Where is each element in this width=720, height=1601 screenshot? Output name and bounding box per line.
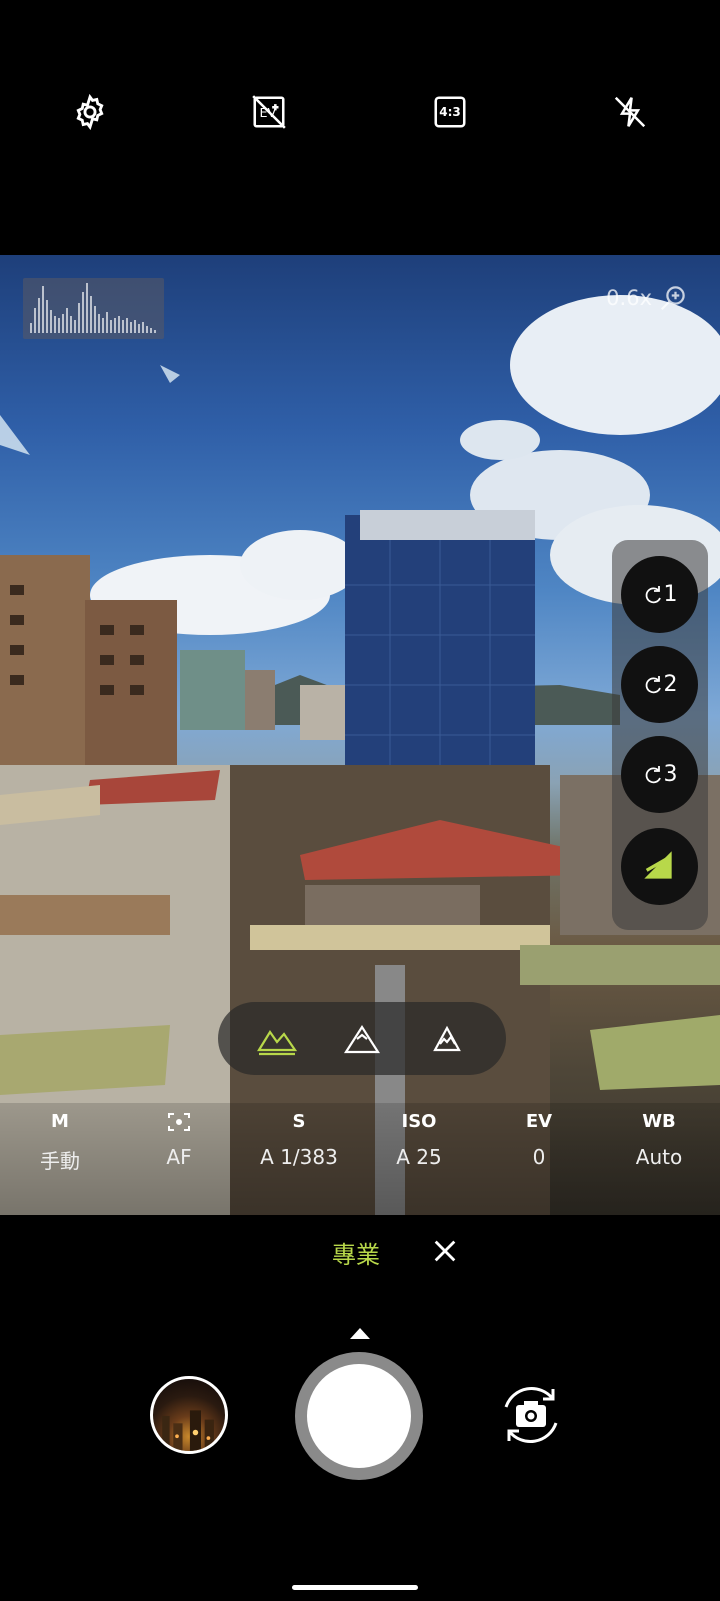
custom-setting-3-label: 3 <box>663 762 678 787</box>
param-key: ISO <box>401 1111 437 1132</box>
focus-param[interactable]: AF <box>124 1103 234 1169</box>
ev-param[interactable]: EV 0 <box>484 1103 594 1169</box>
level-icon <box>643 850 672 879</box>
camera-viewfinder[interactable]: 0.6x 1 2 3 M 手動 AF S A 1/383 ISO A 25 EV… <box>0 255 720 1215</box>
histogram <box>23 278 164 339</box>
switch-camera-icon <box>504 1387 558 1443</box>
zoom-in-icon <box>660 286 685 311</box>
flash-off-icon <box>614 96 646 128</box>
custom-settings-panel: 1 2 3 <box>612 540 708 930</box>
white-balance-param[interactable]: WB Auto <box>604 1103 714 1169</box>
iso-param[interactable]: ISO A 25 <box>364 1103 474 1169</box>
param-value: 0 <box>532 1145 546 1169</box>
pro-parameters-bar: M 手動 AF S A 1/383 ISO A 25 EV 0 WB Auto <box>0 1103 720 1215</box>
param-key: WB <box>642 1111 676 1132</box>
settings-button[interactable] <box>68 90 112 134</box>
gallery-thumbnail[interactable] <box>150 1376 228 1454</box>
scene-mode-landscape-button[interactable] <box>247 1009 307 1069</box>
zoom-indicator[interactable]: 0.6x <box>606 283 688 313</box>
scene-mode-mountain-button[interactable] <box>332 1009 392 1069</box>
level-button[interactable] <box>621 828 698 905</box>
rotate-icon <box>645 675 661 693</box>
param-key: EV <box>525 1111 553 1132</box>
mode-param[interactable]: M 手動 <box>5 1103 115 1174</box>
scene-mode-peak-button[interactable] <box>417 1009 477 1069</box>
close-icon <box>434 1240 456 1262</box>
shutter-button[interactable] <box>295 1352 423 1480</box>
exposure-lock-button[interactable]: EV <box>247 90 291 134</box>
mountain-icon <box>343 1024 380 1053</box>
param-value: A 1/383 <box>260 1145 338 1169</box>
mode-label[interactable]: 專業 <box>332 1235 380 1270</box>
param-value: AF <box>166 1145 192 1169</box>
mountain-icon <box>433 1025 462 1051</box>
exposure-compensation-off-icon: EV <box>252 95 286 129</box>
switch-camera-button[interactable] <box>491 1375 571 1455</box>
custom-setting-1-button[interactable]: 1 <box>621 556 698 633</box>
param-value: 手動 <box>40 1149 80 1173</box>
scene-mode-selector <box>218 1002 506 1075</box>
custom-setting-1-label: 1 <box>663 582 678 607</box>
param-value: Auto <box>635 1145 683 1169</box>
aspect-ratio-label: 4:3 <box>439 105 461 119</box>
gear-icon <box>76 93 104 131</box>
exit-mode-button[interactable] <box>425 1231 465 1271</box>
param-key: S <box>292 1111 306 1132</box>
histogram-graph <box>30 283 156 333</box>
param-value: A 25 <box>396 1145 442 1169</box>
expand-modes-icon[interactable] <box>348 1326 372 1340</box>
flash-button[interactable] <box>608 90 652 134</box>
zoom-label: 0.6x <box>606 286 652 310</box>
rotate-icon <box>645 585 661 603</box>
shutter-speed-param[interactable]: S A 1/383 <box>244 1103 354 1169</box>
shutter-button-inner <box>307 1364 411 1468</box>
mode-indicator-row: 專業 <box>0 1215 720 1285</box>
gallery-preview-image <box>162 1410 214 1451</box>
param-key: M <box>51 1111 69 1132</box>
aspect-ratio-button[interactable]: 4:3 <box>428 90 472 134</box>
custom-setting-3-button[interactable]: 3 <box>621 736 698 813</box>
rotate-icon <box>645 765 661 783</box>
focus-icon-wrap <box>124 1111 234 1137</box>
custom-setting-2-label: 2 <box>663 672 678 697</box>
custom-setting-2-button[interactable]: 2 <box>621 646 698 723</box>
top-toolbar: EV 4:3 <box>0 0 720 255</box>
focus-frame-icon <box>168 1113 190 1131</box>
home-indicator[interactable] <box>292 1585 418 1590</box>
mountain-icon <box>256 1029 297 1055</box>
